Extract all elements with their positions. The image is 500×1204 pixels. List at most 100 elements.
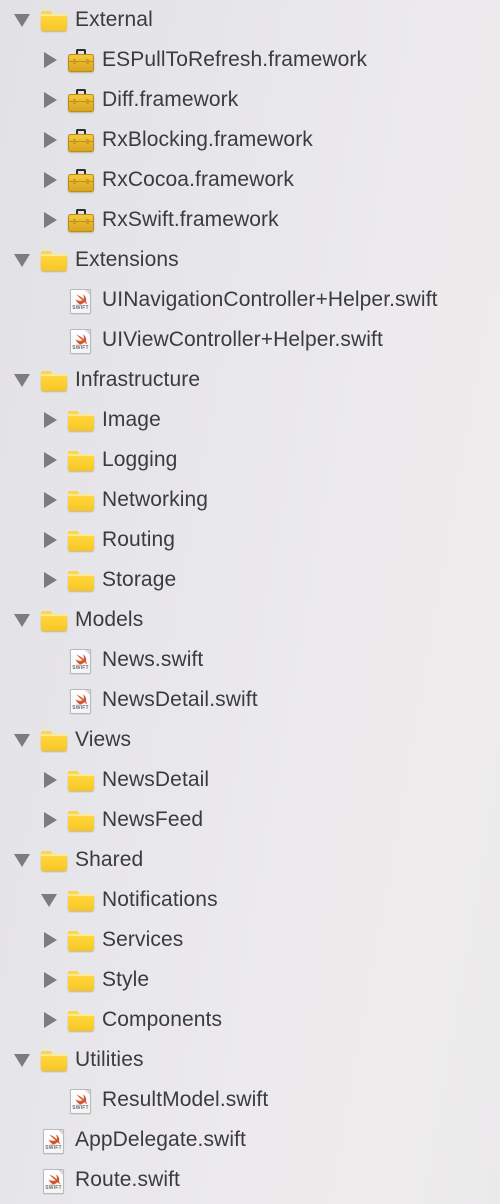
disclosure-triangle-expanded-icon[interactable] bbox=[13, 249, 35, 271]
tree-row[interactable]: Diff.framework bbox=[0, 80, 500, 120]
disclosure-triangle-collapsed-icon[interactable] bbox=[40, 449, 62, 471]
disclosure-triangle-collapsed-icon[interactable] bbox=[40, 409, 62, 431]
tree-row[interactable]: SWIFT UINavigationController+Helper.swift bbox=[0, 280, 500, 320]
tree-row[interactable]: Models bbox=[0, 600, 500, 640]
folder-icon bbox=[67, 966, 95, 994]
tree-row[interactable]: Shared bbox=[0, 840, 500, 880]
tree-row[interactable]: ESPullToRefresh.framework bbox=[0, 40, 500, 80]
disclosure-triangle-collapsed-icon[interactable] bbox=[40, 929, 62, 951]
tree-row[interactable]: Logging bbox=[0, 440, 500, 480]
tree-row[interactable]: Components bbox=[0, 1000, 500, 1040]
swift-file-icon: SWIFT bbox=[67, 286, 95, 314]
framework-briefcase-icon bbox=[67, 206, 95, 234]
folder-icon bbox=[40, 366, 68, 394]
disclosure-triangle-collapsed-icon[interactable] bbox=[40, 529, 62, 551]
tree-row[interactable]: Notifications bbox=[0, 880, 500, 920]
disclosure-triangle-collapsed-icon[interactable] bbox=[40, 49, 62, 71]
tree-row-label: ESPullToRefresh.framework bbox=[102, 48, 368, 71]
tree-row-label: UINavigationController+Helper.swift bbox=[102, 288, 438, 311]
tree-row[interactable]: External bbox=[0, 0, 500, 40]
disclosure-triangle-collapsed-icon[interactable] bbox=[40, 169, 62, 191]
tree-row-label: Shared bbox=[75, 848, 144, 871]
framework-briefcase-icon bbox=[67, 86, 95, 114]
tree-row-label: Utilities bbox=[75, 1048, 144, 1071]
tree-row-label: Notifications bbox=[102, 888, 218, 911]
folder-icon bbox=[40, 846, 68, 874]
tree-row-label: NewsDetail.swift bbox=[102, 688, 258, 711]
folder-icon bbox=[67, 406, 95, 434]
tree-row-label: Infrastructure bbox=[75, 368, 201, 391]
tree-row[interactable]: Style bbox=[0, 960, 500, 1000]
folder-icon bbox=[67, 886, 95, 914]
folder-icon bbox=[67, 1006, 95, 1034]
swift-file-icon: SWIFT bbox=[67, 326, 95, 354]
framework-briefcase-icon bbox=[67, 166, 95, 194]
tree-row[interactable]: Services bbox=[0, 920, 500, 960]
tree-row[interactable]: SWIFT UIViewController+Helper.swift bbox=[0, 320, 500, 360]
tree-row[interactable]: Routing bbox=[0, 520, 500, 560]
tree-row[interactable]: SWIFT ResultModel.swift bbox=[0, 1080, 500, 1120]
tree-row[interactable]: SWIFT AppDelegate.swift bbox=[0, 1120, 500, 1160]
tree-row-label: News.swift bbox=[102, 648, 204, 671]
tree-row-label: Storage bbox=[102, 568, 177, 591]
tree-row-label: RxBlocking.framework bbox=[102, 128, 313, 151]
tree-row[interactable]: RxCocoa.framework bbox=[0, 160, 500, 200]
tree-row-label: NewsDetail bbox=[102, 768, 210, 791]
disclosure-triangle-collapsed-icon[interactable] bbox=[40, 569, 62, 591]
folder-icon bbox=[40, 726, 68, 754]
tree-row[interactable]: Infrastructure bbox=[0, 360, 500, 400]
folder-icon bbox=[40, 246, 68, 274]
disclosure-triangle-expanded-icon[interactable] bbox=[40, 889, 62, 911]
folder-icon bbox=[67, 566, 95, 594]
tree-row[interactable]: Utilities bbox=[0, 1040, 500, 1080]
disclosure-triangle-collapsed-icon[interactable] bbox=[40, 89, 62, 111]
tree-row[interactable]: SWIFT NewsDetail.swift bbox=[0, 680, 500, 720]
tree-row[interactable]: SWIFT News.swift bbox=[0, 640, 500, 680]
folder-icon bbox=[67, 926, 95, 954]
tree-row[interactable]: RxSwift.framework bbox=[0, 200, 500, 240]
tree-row-label: External bbox=[75, 8, 153, 31]
tree-row[interactable]: Image bbox=[0, 400, 500, 440]
folder-icon bbox=[40, 6, 68, 34]
tree-row[interactable]: NewsDetail bbox=[0, 760, 500, 800]
tree-row-label: Style bbox=[102, 968, 150, 991]
tree-row-label: RxCocoa.framework bbox=[102, 168, 294, 191]
tree-row[interactable]: Storage bbox=[0, 560, 500, 600]
tree-row-label: Components bbox=[102, 1008, 223, 1031]
tree-row[interactable]: SWIFT Route.swift bbox=[0, 1160, 500, 1200]
folder-icon bbox=[67, 446, 95, 474]
project-file-tree: External ESPullToRefresh.framework Diff.fr… bbox=[0, 0, 500, 1200]
tree-row-label: Diff.framework bbox=[102, 88, 239, 111]
tree-row-label: UIViewController+Helper.swift bbox=[102, 328, 383, 351]
tree-row[interactable]: Networking bbox=[0, 480, 500, 520]
framework-briefcase-icon bbox=[67, 126, 95, 154]
tree-row-label: Logging bbox=[102, 448, 178, 471]
tree-row[interactable]: NewsFeed bbox=[0, 800, 500, 840]
disclosure-triangle-expanded-icon[interactable] bbox=[13, 729, 35, 751]
disclosure-triangle-expanded-icon[interactable] bbox=[13, 609, 35, 631]
disclosure-triangle-collapsed-icon[interactable] bbox=[40, 769, 62, 791]
folder-icon bbox=[67, 526, 95, 554]
disclosure-triangle-collapsed-icon[interactable] bbox=[40, 489, 62, 511]
folder-icon bbox=[67, 806, 95, 834]
disclosure-triangle-collapsed-icon[interactable] bbox=[40, 1009, 62, 1031]
disclosure-triangle-collapsed-icon[interactable] bbox=[40, 809, 62, 831]
swift-file-icon: SWIFT bbox=[67, 1086, 95, 1114]
disclosure-triangle-collapsed-icon[interactable] bbox=[40, 209, 62, 231]
tree-row[interactable]: RxBlocking.framework bbox=[0, 120, 500, 160]
tree-row-label: Networking bbox=[102, 488, 209, 511]
disclosure-triangle-expanded-icon[interactable] bbox=[13, 9, 35, 31]
disclosure-triangle-expanded-icon[interactable] bbox=[13, 849, 35, 871]
disclosure-triangle-expanded-icon[interactable] bbox=[13, 369, 35, 391]
disclosure-triangle-collapsed-icon[interactable] bbox=[40, 969, 62, 991]
folder-icon bbox=[67, 766, 95, 794]
disclosure-triangle-collapsed-icon[interactable] bbox=[40, 129, 62, 151]
tree-row[interactable]: Extensions bbox=[0, 240, 500, 280]
tree-row[interactable]: Views bbox=[0, 720, 500, 760]
tree-row-label: NewsFeed bbox=[102, 808, 204, 831]
tree-row-label: Services bbox=[102, 928, 184, 951]
disclosure-triangle-expanded-icon[interactable] bbox=[13, 1049, 35, 1071]
framework-briefcase-icon bbox=[67, 46, 95, 74]
tree-row-label: AppDelegate.swift bbox=[75, 1128, 246, 1151]
swift-file-icon: SWIFT bbox=[40, 1166, 68, 1194]
